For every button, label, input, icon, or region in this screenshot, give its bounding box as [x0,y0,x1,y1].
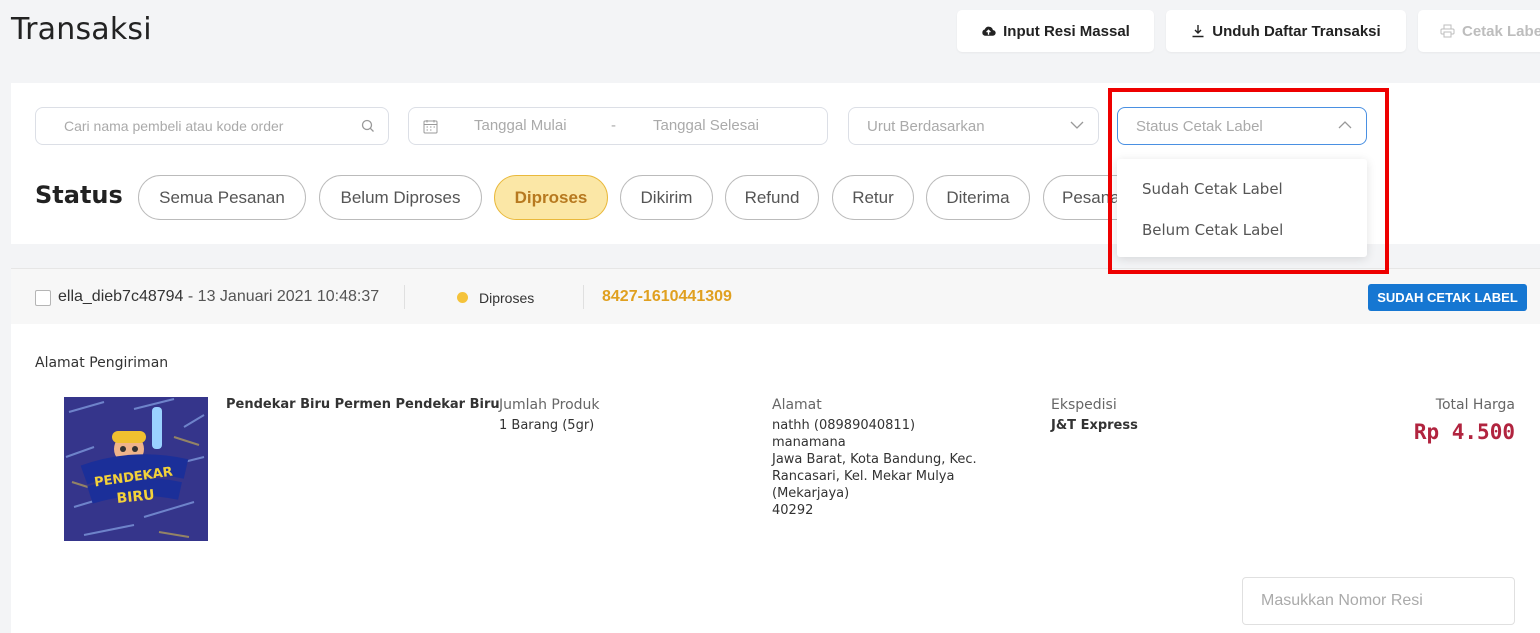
sudah-cetak-label-badge: SUDAH CETAK LABEL [1368,284,1527,311]
unduh-daftar-transaksi-label: Unduh Daftar Transaksi [1212,22,1381,40]
chevron-down-icon [1070,121,1084,129]
order-header: ella_dieb7c48794 - 13 Januari 2021 10:48… [11,268,1540,324]
status-chip-belum-diproses[interactable]: Belum Diproses [319,175,482,220]
download-icon [1192,25,1204,38]
address-line: Rancasari, Kel. Mekar Mulya [772,469,955,484]
unduh-daftar-transaksi-button[interactable]: Unduh Daftar Transaksi [1166,10,1406,52]
address-line: Jawa Barat, Kota Bandung, Kec. [772,452,977,467]
status-chip-diterima[interactable]: Diterima [926,175,1030,220]
status-chip-refund[interactable]: Refund [725,175,819,220]
printer-icon [1440,24,1455,38]
address-header: Alamat [772,397,822,413]
divider [583,285,584,309]
order-date: - 13 Januari 2021 10:48:37 [183,288,380,305]
status-dot [457,292,468,303]
cetak-label-button[interactable]: Cetak Label [1418,10,1540,52]
date-end-placeholder: Tanggal Selesai [653,117,759,134]
date-start-placeholder: Tanggal Mulai [474,117,567,134]
order-buyer: ella_dieb7c48794 - 13 Januari 2021 10:48… [58,288,379,306]
address-line: 40292 [772,503,814,518]
input-resi-massal-button[interactable]: Input Resi Massal [957,10,1154,52]
status-chip-dikirim[interactable]: Dikirim [620,175,713,220]
cloud-upload-icon [982,26,996,36]
total-price: Rp 4.500 [1413,420,1515,444]
qty-value: 1 Barang (5gr) [499,418,595,433]
courier-header: Ekspedisi [1051,397,1117,413]
status-chip-diproses[interactable]: Diproses [494,175,608,220]
buyer-name: ella_dieb7c48794 [58,288,184,305]
address-line: nathh (08989040811) [772,418,916,433]
address-value: nathh (08989040811) manamana Jawa Barat,… [772,417,977,519]
search-placeholder: Cari nama pembeli atau kode order [64,118,284,134]
input-resi-massal-label: Input Resi Massal [1003,22,1130,40]
address-line: (Mekarjaya) [772,486,850,501]
product-name: Pendekar Biru Permen Pendekar Biru [226,397,500,412]
search-icon [361,119,374,132]
order-status: Diproses [479,290,535,306]
date-separator: - [611,117,616,134]
nomor-resi-input[interactable]: Masukkan Nomor Resi [1242,577,1515,625]
sort-placeholder: Urut Berdasarkan [867,117,985,135]
status-chip-retur[interactable]: Retur [832,175,914,220]
highlight-box [1108,88,1389,274]
status-heading: Status [35,181,123,209]
status-chip-semua-pesanan[interactable]: Semua Pesanan [138,175,306,220]
order-body: Alamat Pengiriman PENDEKAR BIRU Pendekar… [11,324,1540,633]
cetak-label-label: Cetak Label [1462,22,1540,40]
total-header: Total Harga [1435,397,1515,413]
page-title: Transaksi [11,12,152,47]
shipping-title: Alamat Pengiriman [35,355,169,371]
calendar-icon [423,120,438,134]
date-range-picker[interactable]: Tanggal Mulai - Tanggal Selesai [408,107,828,145]
divider [404,285,405,309]
order-code[interactable]: 8427-1610441309 [602,288,732,306]
sort-select[interactable]: Urut Berdasarkan [848,107,1099,145]
product-image: PENDEKAR BIRU [64,397,208,541]
order-checkbox[interactable] [35,290,51,306]
courier-value: J&T Express [1051,418,1138,433]
qty-header: Jumlah Produk [499,397,600,413]
address-line: manamana [772,435,846,450]
search-input[interactable]: Cari nama pembeli atau kode order [35,107,389,145]
nomor-resi-placeholder: Masukkan Nomor Resi [1261,592,1423,609]
